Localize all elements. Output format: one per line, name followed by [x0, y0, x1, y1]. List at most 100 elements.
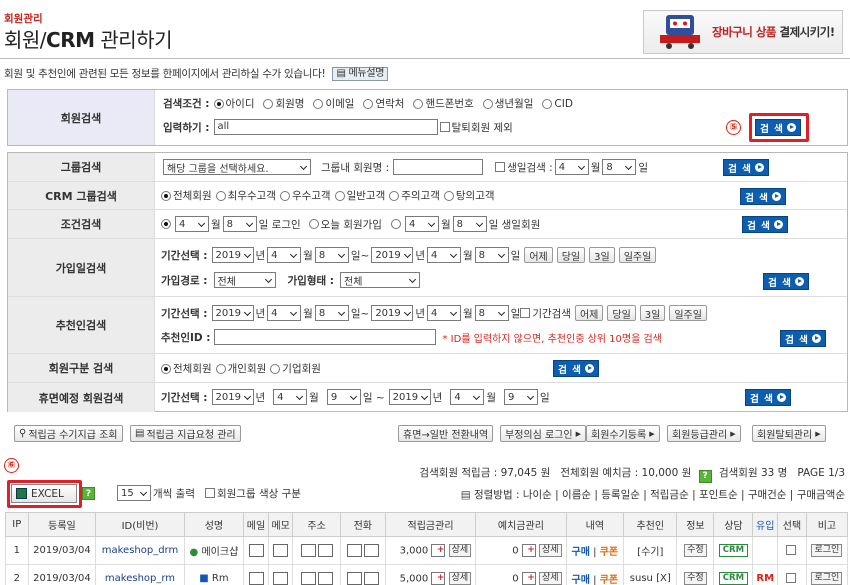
rec-month-from[interactable]: 4	[267, 305, 302, 321]
group-member-input[interactable]	[393, 159, 484, 175]
recommender-id-input[interactable]	[214, 329, 437, 345]
phone-icon[interactable]	[346, 544, 362, 557]
deposit-plus-minus-button[interactable]: +	[521, 572, 536, 585]
login-button[interactable]: 로그인	[811, 544, 843, 557]
birthday-checkbox[interactable]	[495, 162, 506, 172]
birth-day[interactable]: 8	[452, 216, 487, 232]
dormant-month-from[interactable]: 4	[273, 389, 308, 405]
sort-name[interactable]: 이름순	[562, 489, 591, 501]
grade-manage-button[interactable]: 회원등급관리 ▶	[667, 425, 741, 442]
withdraw-manage-button[interactable]: 회원탈퇴관리 ▶	[752, 425, 826, 442]
edit-button[interactable]: 수정	[684, 572, 707, 585]
dormant-day-from[interactable]: 9	[326, 389, 361, 405]
crm-button[interactable]: CRM	[718, 572, 749, 585]
memo-icon[interactable]	[273, 544, 289, 557]
group-birth-month[interactable]: 4	[554, 159, 589, 175]
sort-point[interactable]: 포인트순	[699, 489, 738, 501]
deposit-detail-button[interactable]: 상세	[539, 544, 562, 557]
join-search-button[interactable]: 검 색	[763, 273, 809, 290]
coupon-link[interactable]: 쿠폰	[600, 547, 618, 558]
recommender-search-button[interactable]: 검 색	[780, 330, 826, 347]
rec-month-to[interactable]: 4	[426, 305, 461, 321]
join-year-from[interactable]: 2019	[211, 247, 254, 263]
rec-day-from[interactable]: 8	[314, 305, 349, 321]
search-input[interactable]: all	[213, 119, 438, 135]
page-size-select[interactable]: 15	[117, 485, 151, 501]
purchase-link[interactable]: 구매	[572, 575, 590, 585]
dormant-day-to[interactable]: 9	[503, 389, 538, 405]
group-search-button[interactable]: 검 색	[723, 159, 769, 176]
help-icon[interactable]: ?	[698, 469, 712, 483]
cond-mobile-radio[interactable]: 핸드폰번호	[413, 96, 474, 111]
today-join-radio[interactable]: 오늘 회원가입	[308, 217, 382, 232]
memo-icon[interactable]	[273, 572, 289, 585]
building-icon[interactable]	[317, 572, 333, 585]
crm-caution-radio[interactable]: 주의고객	[389, 188, 440, 203]
sort-order-count[interactable]: 구매건순	[748, 489, 787, 501]
points-detail-button[interactable]: 상세	[448, 544, 472, 557]
cond-cid-radio[interactable]: CID	[542, 98, 573, 110]
group-birth-day[interactable]: 8	[602, 159, 637, 175]
rec-quick-today[interactable]: 당일	[607, 305, 636, 321]
sms-icon[interactable]	[363, 544, 379, 557]
help-icon[interactable]: ?	[82, 487, 95, 500]
join-quick-3days[interactable]: 3일	[589, 247, 615, 263]
points-plus-minus-button[interactable]: +	[431, 544, 446, 557]
coupon-link[interactable]: 쿠폰	[600, 575, 618, 585]
crm-search-button[interactable]: 검 색	[740, 188, 786, 205]
group-color-checkbox[interactable]	[204, 488, 215, 498]
cond-name-radio[interactable]: 회원명	[263, 96, 304, 111]
join-quick-week[interactable]: 일주일	[618, 247, 657, 263]
join-quick-yesterday[interactable]: 어제	[524, 247, 553, 263]
sms-icon[interactable]	[363, 572, 379, 585]
manual-register-button[interactable]: 회원수기등록 ▶	[586, 425, 660, 442]
sort-points[interactable]: 적립금순	[650, 489, 689, 501]
mail-icon[interactable]	[248, 544, 264, 557]
join-quick-today[interactable]: 당일	[556, 247, 586, 263]
home-icon[interactable]	[300, 544, 316, 557]
birth-radio[interactable]	[390, 219, 401, 229]
crm-good-radio[interactable]: 우수고객	[279, 188, 331, 203]
join-type-select[interactable]: 전체	[340, 272, 420, 288]
crm-all-radio[interactable]: 전체회원	[161, 188, 212, 203]
rec-year-from[interactable]: 2019	[211, 305, 254, 321]
cond-birth-radio[interactable]: 생년월일	[482, 96, 533, 111]
dormant-convert-button[interactable]: 휴면→일반 전환내역	[398, 425, 494, 442]
member-name[interactable]: ■ Rm	[183, 564, 245, 585]
dormant-year-from[interactable]: 2019	[211, 389, 254, 405]
sort-order-amount[interactable]: 구매금액순	[797, 489, 845, 501]
phone-icon[interactable]	[346, 572, 362, 585]
manual-button[interactable]: ▤ 메뉴설명	[332, 67, 389, 81]
deposit-plus-minus-button[interactable]: +	[521, 544, 536, 557]
birth-month[interactable]: 4	[404, 216, 439, 232]
crm-other-radio[interactable]: 탕의고객	[443, 188, 495, 203]
cond-email-radio[interactable]: 이메일	[313, 96, 354, 111]
login-month[interactable]: 4	[175, 216, 209, 232]
building-icon[interactable]	[317, 544, 333, 557]
points-request-button[interactable]: ▤ 적립금 지급요청 관리	[130, 425, 241, 442]
member-type-search-button[interactable]: 검 색	[553, 360, 599, 377]
row-select-checkbox[interactable]	[785, 544, 796, 555]
excel-download-button[interactable]: EXCEL	[11, 484, 77, 503]
login-radio[interactable]	[161, 219, 171, 229]
dormant-year-to[interactable]: 2019	[388, 389, 431, 405]
type-all-radio[interactable]: 전체회원	[161, 361, 212, 376]
crm-button[interactable]: CRM	[718, 544, 749, 557]
sort-regdate[interactable]: 등록일순	[601, 489, 640, 501]
member-name[interactable]: ● 메이크샵	[183, 536, 245, 565]
join-day-from[interactable]: 8	[314, 247, 349, 263]
rec-quick-yesterday[interactable]: 어제	[574, 305, 604, 321]
rec-quick-week[interactable]: 일주일	[669, 305, 707, 321]
home-icon[interactable]	[300, 572, 316, 585]
join-month-to[interactable]: 4	[426, 247, 461, 263]
suspicious-login-button[interactable]: 부정의심 로그인 ▶	[500, 425, 586, 442]
join-day-to[interactable]: 8	[474, 247, 509, 263]
points-plus-minus-button[interactable]: +	[431, 572, 446, 585]
dormant-search-button[interactable]: 검 색	[745, 389, 791, 406]
member-id-link[interactable]: makeshop_rm	[95, 564, 185, 585]
deposit-detail-button[interactable]: 상세	[539, 572, 562, 585]
exclude-withdrawn-checkbox[interactable]	[439, 122, 450, 132]
type-corporate-radio[interactable]: 기업회원	[270, 361, 321, 376]
cond-phone-radio[interactable]: 연락처	[363, 96, 404, 111]
login-day[interactable]: 8	[222, 216, 257, 232]
